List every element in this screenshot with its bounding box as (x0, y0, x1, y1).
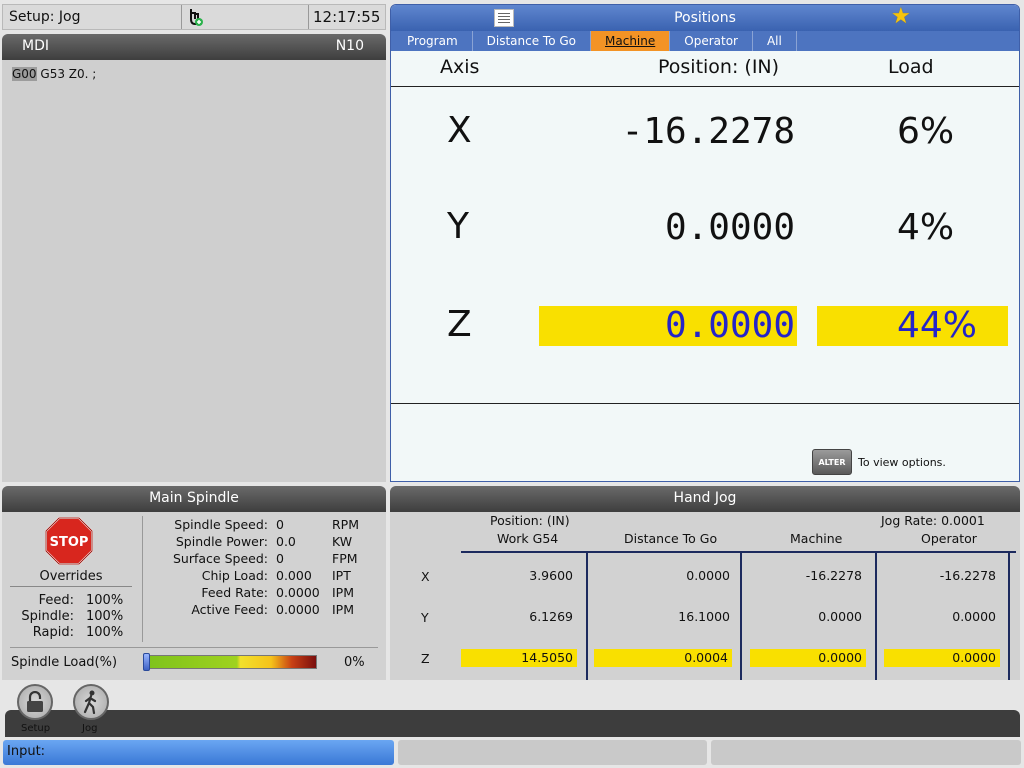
tab-distance-to-go[interactable]: Distance To Go (473, 31, 592, 51)
divider (586, 553, 588, 680)
stat-chip-load: Chip Load: 0.000 IPT (201, 568, 351, 583)
load-column-label: Load (888, 56, 934, 78)
positions-tabs: Program Distance To Go Machine Operator … (391, 31, 1019, 51)
jog-axis-x: X (421, 569, 430, 584)
positions-column-header: Axis Position: (IN) Load (391, 51, 1019, 87)
mdi-panel: MDI N10 G00 G53 Z0. ; (2, 34, 386, 482)
override-spindle: Spindle: 100% (21, 609, 124, 624)
mdi-title: MDI (22, 38, 49, 54)
softkey-bar (5, 710, 1020, 737)
jog-cell: -16.2278 (805, 568, 862, 583)
stop-label: STOP (50, 535, 89, 550)
tab-all[interactable]: All (753, 31, 797, 51)
walking-person-icon[interactable] (73, 684, 109, 720)
mdi-code[interactable]: G00 G53 Z0. ; (2, 60, 386, 88)
hand-jog-title: Hand Jog (390, 486, 1020, 512)
spindle-title: Main Spindle (2, 486, 386, 512)
positions-header: Positions ★ (391, 5, 1019, 31)
override-rapid: Rapid: 100% (32, 625, 124, 640)
alter-key-icon[interactable]: ALTER (812, 449, 852, 475)
load-value: 4% (897, 207, 955, 248)
override-feed: Feed: 100% (38, 593, 124, 608)
tab-program[interactable]: Program (393, 31, 473, 51)
load-value: 44% (817, 306, 1008, 346)
stat-spindle-power: Spindle Power: 0.0 KW (175, 534, 353, 549)
divider (10, 647, 378, 648)
jog-cell: 3.9600 (529, 568, 573, 583)
axis-label: X (447, 110, 472, 151)
column-work-g54: Work G54 (497, 531, 559, 546)
status-bar: Setup: Jog 12:17:55 (2, 4, 386, 30)
jog-cell: 0.0000 (750, 649, 866, 667)
positions-title: Positions (674, 10, 736, 26)
axis-column-label: Axis (440, 56, 480, 78)
clock: 12:17:55 (313, 8, 381, 26)
message-bar-2 (711, 740, 1021, 765)
position-row-z: Z 0.0000 44% (391, 304, 1019, 346)
spindle-load-marker (143, 653, 150, 671)
divider (461, 551, 1016, 553)
positions-panel: Positions ★ Program Distance To Go Machi… (390, 4, 1020, 482)
softkey-label-jog: Jog (82, 723, 98, 734)
position-value: -16.2278 (621, 111, 795, 152)
code-text: G53 Z0. ; (36, 67, 97, 81)
spindle-load-label: Spindle Load(%) (11, 655, 118, 670)
jog-cell: 16.1000 (678, 609, 730, 624)
position-value: 0.0000 (539, 306, 797, 346)
jog-cell: 0.0004 (594, 649, 732, 667)
column-machine: Machine (790, 531, 843, 546)
jog-axis-z: Z (421, 651, 430, 666)
spindle-load-bar (143, 655, 317, 669)
position-row-x: X -16.2278 6% (391, 110, 1019, 152)
jog-cell: 0.0000 (818, 609, 862, 624)
stat-spindle-speed: Spindle Speed: 0 RPM (174, 517, 360, 532)
hand-jog-icon (190, 9, 203, 26)
stat-active-feed: Active Feed: 0.0000 IPM (191, 602, 355, 617)
stat-feed-rate: Feed Rate: 0.0000 IPM (201, 585, 355, 600)
alter-hint: ALTER To view options. (812, 449, 946, 475)
hand-jog-panel: Hand Jog Position: (IN) Jog Rate: 0.0001… (390, 486, 1020, 680)
jog-cell: 14.5050 (461, 649, 577, 667)
axis-label: Z (447, 304, 472, 345)
jog-cell: 0.0000 (952, 609, 996, 624)
tab-machine[interactable]: Machine (591, 31, 671, 51)
input-field[interactable]: Input: (3, 740, 394, 765)
divider (1008, 553, 1010, 680)
message-bar (398, 740, 707, 765)
jog-cell: -16.2278 (939, 568, 996, 583)
jog-position-label: Position: (IN) (490, 513, 570, 528)
star-icon[interactable]: ★ (891, 6, 911, 28)
divider (391, 403, 1019, 404)
position-column-label: Position: (IN) (658, 56, 780, 78)
divider (875, 553, 877, 680)
lock-icon[interactable] (17, 684, 53, 720)
stop-sign-icon: STOP (45, 517, 93, 565)
jog-cell: 0.0000 (686, 568, 730, 583)
column-distance-to-go: Distance To Go (624, 531, 718, 546)
jog-cell: 0.0000 (884, 649, 1000, 667)
axis-label: Y (447, 206, 469, 247)
stat-surface-speed: Surface Speed: 0 FPM (173, 551, 358, 566)
position-value: 0.0000 (664, 207, 795, 248)
jog-rate: Jog Rate: 0.0001 (881, 513, 985, 528)
jog-cell: 6.1269 (529, 609, 573, 624)
menu-icon[interactable] (494, 9, 514, 27)
mdi-header: MDI N10 (2, 34, 386, 60)
overrides-title: Overrides (10, 569, 132, 587)
code-cursor: G00 (12, 67, 37, 81)
spindle-load-value: 0% (344, 655, 365, 670)
main-spindle-panel: Main Spindle STOP Overrides Feed: 100% Sp… (2, 486, 386, 680)
load-value: 6% (897, 111, 955, 152)
divider (740, 553, 742, 680)
tab-operator[interactable]: Operator (670, 31, 753, 51)
alter-hint-text: To view options. (858, 455, 946, 469)
jog-axis-y: Y (421, 610, 429, 625)
mode-label: Setup: Jog (9, 9, 81, 25)
column-operator: Operator (921, 531, 977, 546)
position-row-y: Y 0.0000 4% (391, 206, 1019, 248)
softkey-label-setup: Setup (21, 723, 51, 734)
line-number: N10 (335, 38, 364, 54)
